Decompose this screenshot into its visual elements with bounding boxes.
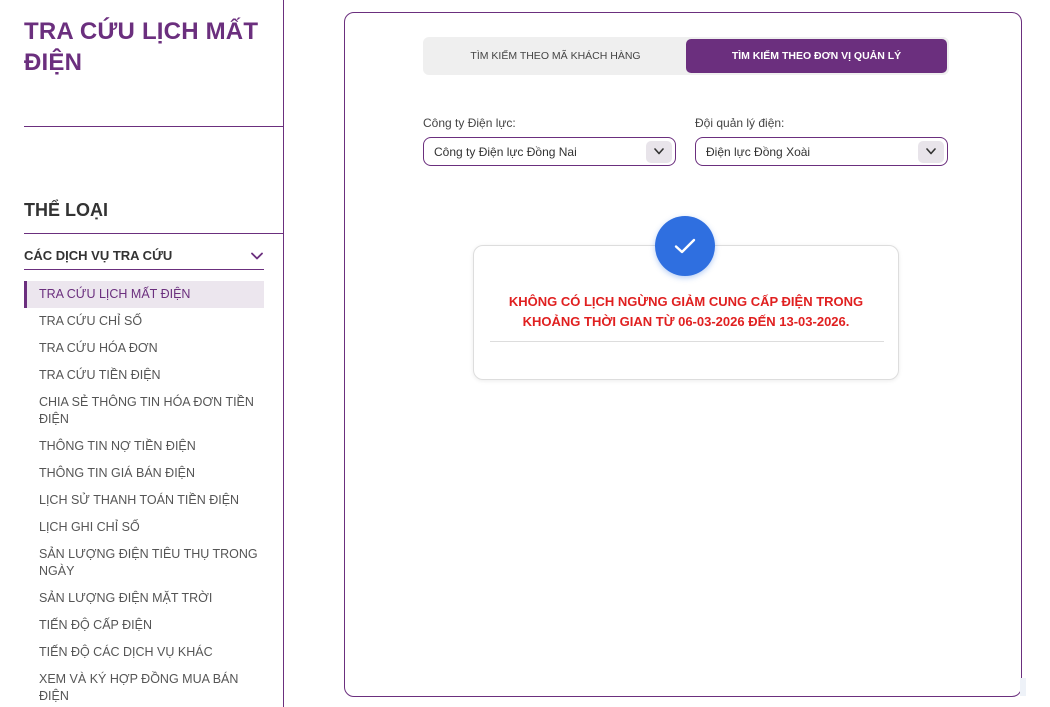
scroll-corner	[1020, 678, 1026, 696]
category-heading: THỂ LOẠI	[24, 200, 108, 220]
team-select[interactable]: Điện lực Đồng Xoài	[695, 137, 948, 166]
company-select-value: Công ty Điện lực Đồng Nai	[434, 144, 577, 159]
chevron-down-icon	[646, 140, 672, 163]
sidebar-item-outage-schedule[interactable]: TRA CỨU LỊCH MẤT ĐIỆN	[24, 281, 264, 308]
team-field: Đội quản lý điện: Điện lực Đồng Xoài	[695, 116, 948, 166]
company-field: Công ty Điện lực: Công ty Điện lực Đồng …	[423, 116, 676, 166]
chevron-down-icon	[918, 140, 944, 163]
tab-search-by-customer-code[interactable]: TÌM KIẾM THEO MÃ KHÁCH HÀNG	[425, 39, 686, 73]
check-icon	[655, 216, 715, 276]
sidebar-item-invoice[interactable]: TRA CỨU HÓA ĐƠN	[24, 335, 264, 362]
sidebar-item-payment-history[interactable]: LỊCH SỬ THANH TOÁN TIỀN ĐIỆN	[24, 487, 264, 514]
services-group-label: CÁC DỊCH VỤ TRA CỨU	[24, 248, 173, 263]
sidebar-item-solar-output[interactable]: SẢN LƯỢNG ĐIỆN MẶT TRỜI	[24, 585, 264, 612]
sidebar: TRA CỨU LỊCH MẤT ĐIỆN THỂ LOẠI CÁC DỊCH …	[0, 0, 284, 707]
sidebar-item-debt-info[interactable]: THÔNG TIN NỢ TIỀN ĐIỆN	[24, 433, 264, 460]
sidebar-item-meter-index[interactable]: TRA CỨU CHỈ SỐ	[24, 308, 264, 335]
services-group-toggle[interactable]: CÁC DỊCH VỤ TRA CỨU	[24, 242, 264, 270]
no-schedule-message: KHÔNG CÓ LỊCH NGỪNG GIẢM CUNG CẤP ĐIỆN T…	[508, 294, 864, 329]
search-mode-tabs: TÌM KIẾM THEO MÃ KHÁCH HÀNG TÌM KIẾM THE…	[423, 37, 949, 75]
title-divider	[24, 126, 284, 127]
result-divider	[490, 341, 884, 342]
page-title: TRA CỨU LỊCH MẤT ĐIỆN	[24, 18, 259, 76]
chevron-down-icon	[250, 249, 264, 263]
sidebar-item-contract[interactable]: XEM VÀ KÝ HỢP ĐỒNG MUA BÁN ĐIỆN	[24, 666, 264, 707]
company-field-label: Công ty Điện lực:	[423, 116, 516, 130]
services-menu: TRA CỨU LỊCH MẤT ĐIỆN TRA CỨU CHỈ SỐ TRA…	[24, 281, 264, 707]
search-panel: TÌM KIẾM THEO MÃ KHÁCH HÀNG TÌM KIẾM THE…	[344, 12, 1022, 697]
team-field-label: Đội quản lý điện:	[695, 116, 785, 130]
sidebar-item-connection-progress[interactable]: TIẾN ĐỘ CẤP ĐIỆN	[24, 612, 264, 639]
sidebar-item-daily-consumption[interactable]: SẢN LƯỢNG ĐIỆN TIÊU THỤ TRONG NGÀY	[24, 541, 264, 585]
category-divider	[24, 233, 284, 234]
sidebar-item-other-services-progress[interactable]: TIẾN ĐỘ CÁC DỊCH VỤ KHÁC	[24, 639, 264, 666]
company-select[interactable]: Công ty Điện lực Đồng Nai	[423, 137, 676, 166]
sidebar-item-reading-schedule[interactable]: LỊCH GHI CHỈ SỐ	[24, 514, 264, 541]
sidebar-item-electricity-bill[interactable]: TRA CỨU TIỀN ĐIỆN	[24, 362, 264, 389]
team-select-value: Điện lực Đồng Xoài	[706, 144, 811, 159]
sidebar-item-price-info[interactable]: THÔNG TIN GIÁ BÁN ĐIỆN	[24, 460, 264, 487]
tab-search-by-management-unit[interactable]: TÌM KIẾM THEO ĐƠN VỊ QUẢN LÝ	[686, 39, 947, 73]
sidebar-item-share-invoice[interactable]: CHIA SẺ THÔNG TIN HÓA ĐƠN TIỀN ĐIỆN	[24, 389, 264, 433]
